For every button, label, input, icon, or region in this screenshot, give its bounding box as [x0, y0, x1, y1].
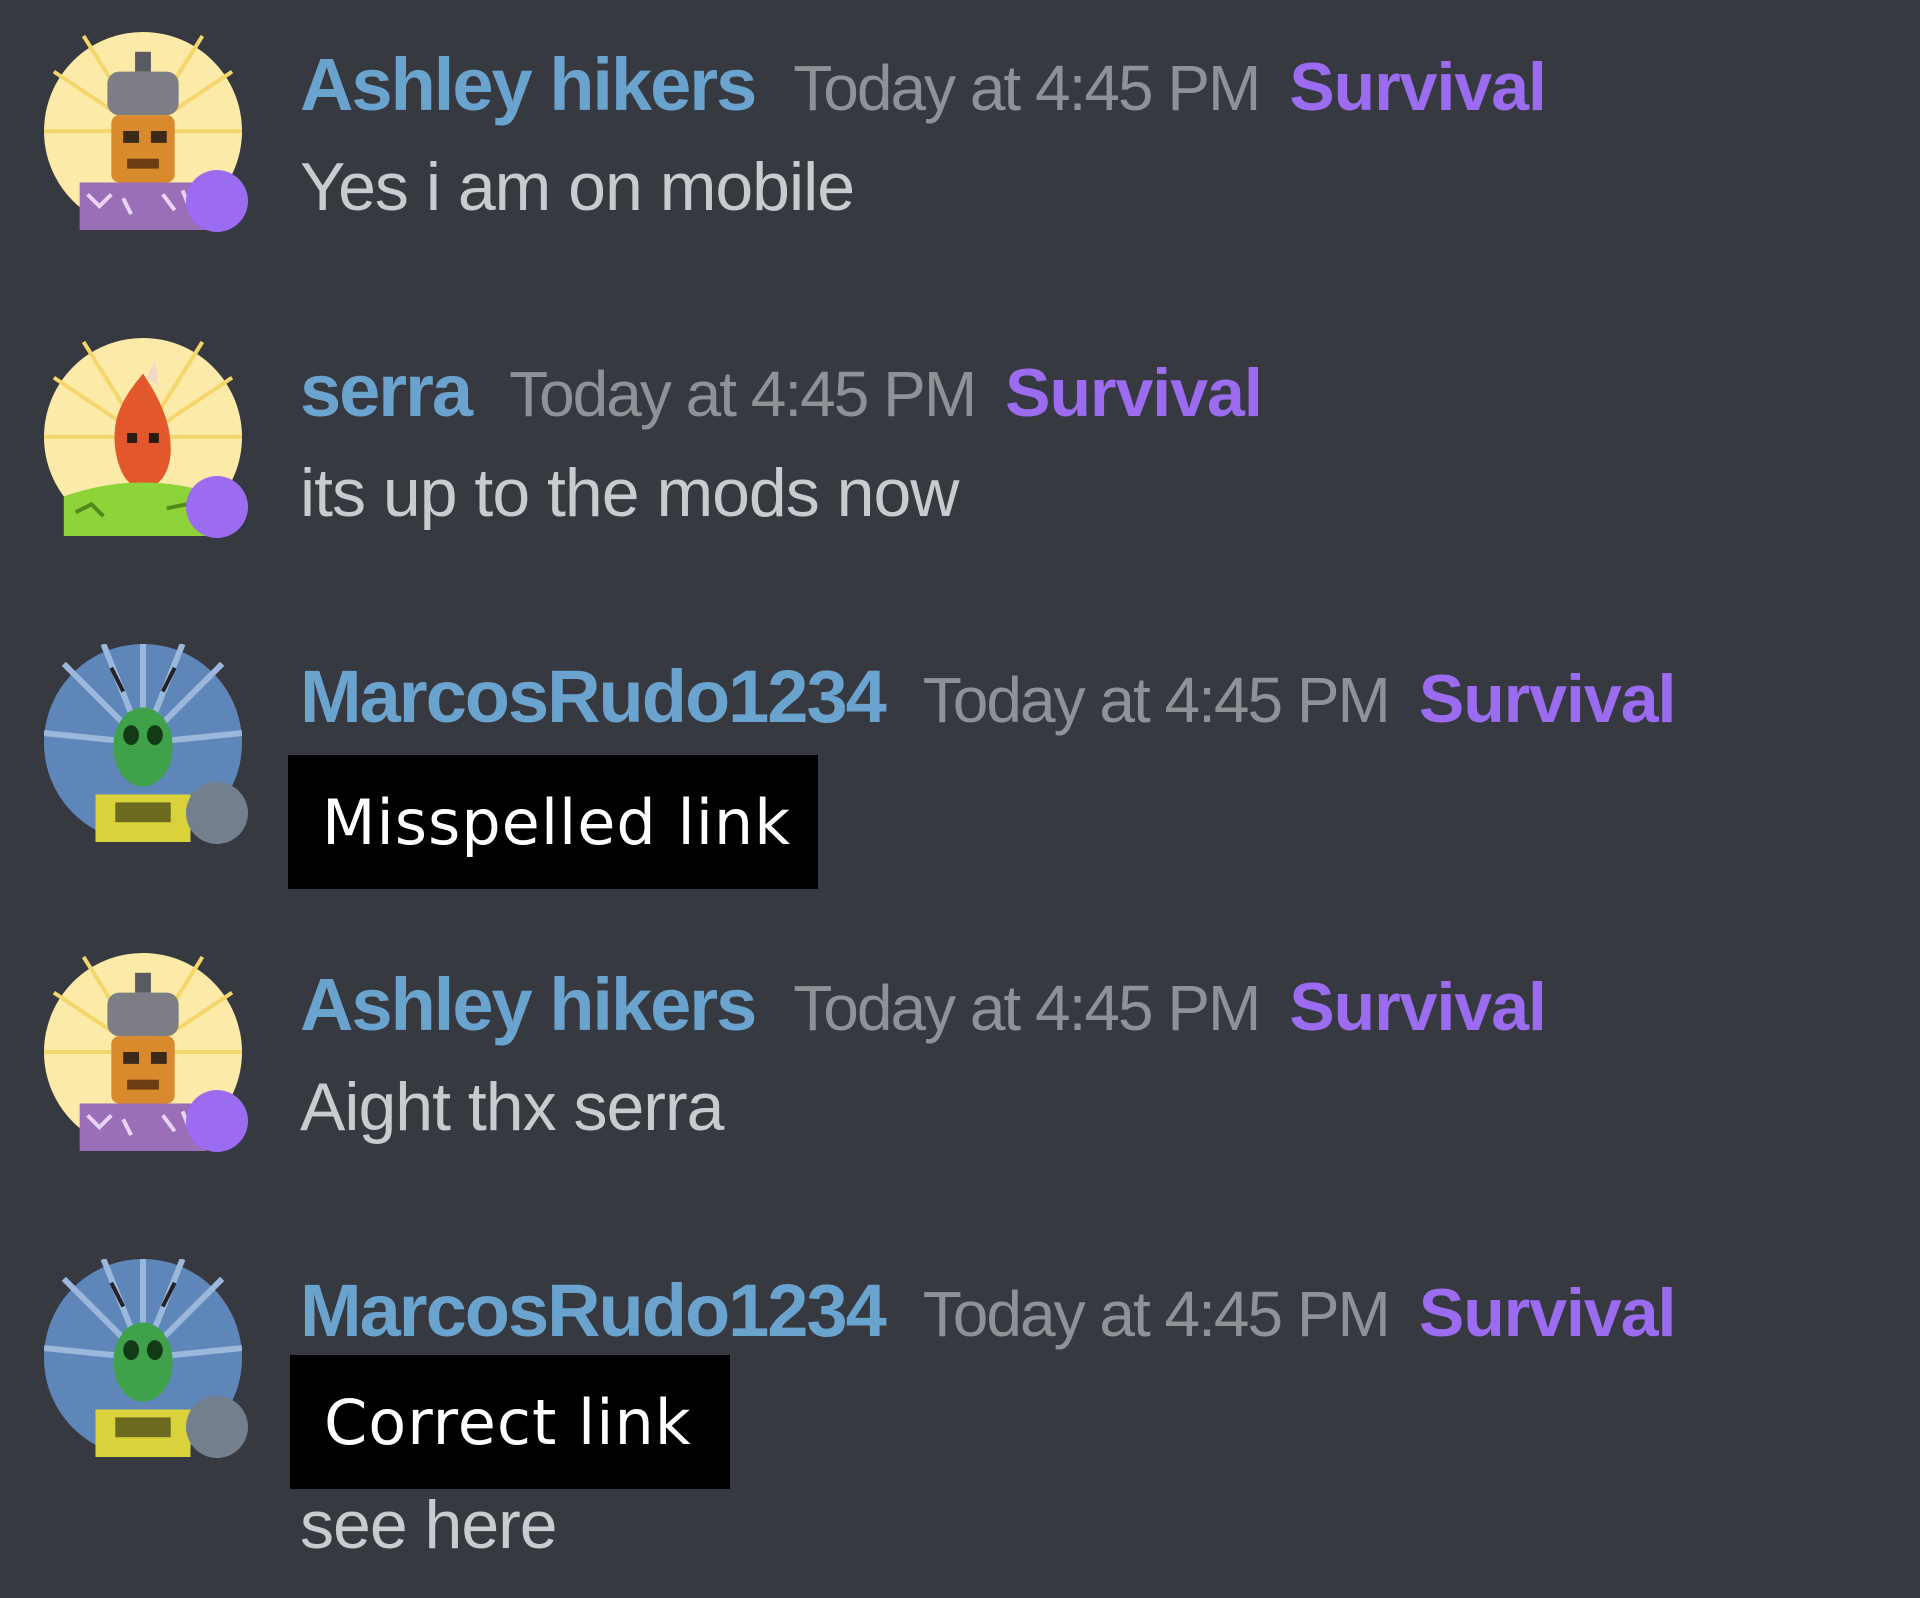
timestamp[interactable]: Today at 4:45 PM [793, 51, 1261, 125]
role-tag[interactable]: Survival [1289, 968, 1547, 1046]
username[interactable]: Ashley hikers [300, 42, 757, 127]
username[interactable]: serra [300, 348, 473, 433]
username[interactable]: Ashley hikers [300, 962, 757, 1047]
redaction-annotation: Misspelled link [288, 755, 818, 889]
role-tag[interactable]: Survival [1005, 354, 1263, 432]
username[interactable]: MarcosRudo1234 [300, 654, 887, 739]
timestamp[interactable]: Today at 4:45 PM [793, 971, 1261, 1045]
timestamp[interactable]: Today at 4:45 PM [923, 1277, 1391, 1351]
username[interactable]: MarcosRudo1234 [300, 1268, 887, 1353]
message-text: its up to the mods now [300, 455, 959, 531]
status-online-indicator [186, 170, 248, 232]
status-offline-indicator [186, 782, 248, 844]
status-online-indicator [186, 1090, 248, 1152]
status-offline-indicator [186, 1396, 248, 1458]
timestamp[interactable]: Today at 4:45 PM [509, 357, 977, 431]
timestamp[interactable]: Today at 4:45 PM [923, 663, 1391, 737]
message-text: see here [300, 1487, 558, 1563]
role-tag[interactable]: Survival [1419, 1274, 1677, 1352]
status-online-indicator [186, 476, 248, 538]
message-text: Aight thx serra [300, 1069, 724, 1145]
redaction-annotation: Correct link [290, 1355, 730, 1489]
role-tag[interactable]: Survival [1419, 660, 1677, 738]
message-text: Yes i am on mobile [300, 149, 855, 225]
role-tag[interactable]: Survival [1289, 48, 1547, 126]
